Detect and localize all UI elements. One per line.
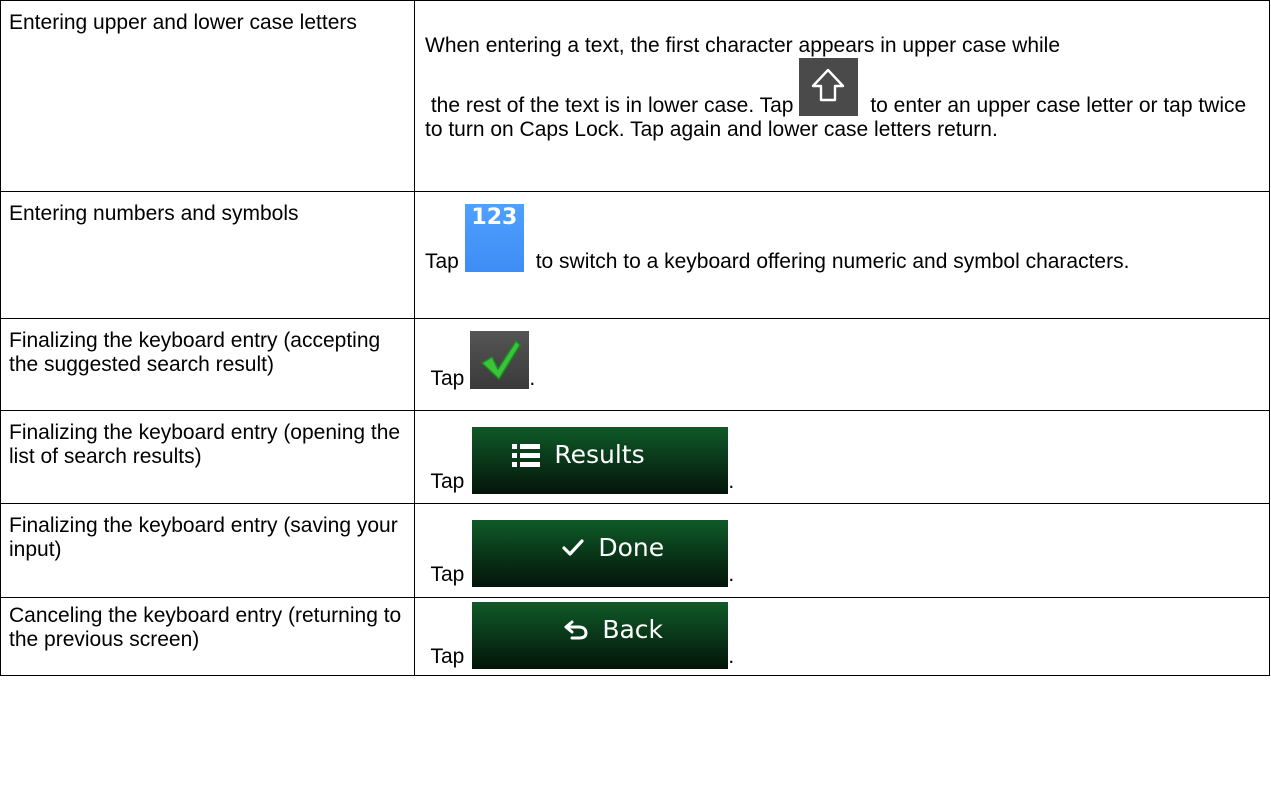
done-button: Done: [472, 520, 729, 587]
table-row: Finalizing the keyboard entry (saving yo…: [0, 503, 1270, 598]
row-label-cell: Entering upper and lower case letters: [0, 0, 415, 192]
tap-text: Tap: [430, 367, 465, 390]
done-button-label: Done: [598, 533, 665, 562]
period-text: .: [728, 470, 735, 493]
tap-text: Tap: [425, 250, 459, 273]
instruction-table: Entering upper and lower case letters Wh…: [0, 0, 1270, 676]
back-button: Back: [472, 602, 729, 669]
row-label: Canceling the keyboard entry (returning …: [9, 604, 402, 651]
row-label: Finalizing the keyboard entry (opening t…: [9, 421, 401, 468]
row-label: Entering numbers and symbols: [9, 202, 299, 225]
row-label: Finalizing the keyboard entry (accepting…: [9, 329, 381, 376]
table-row: Entering numbers and symbols Tap 123 to s…: [0, 191, 1270, 319]
description-text: the rest of the text is in lower case. T…: [430, 94, 794, 117]
row-description-cell: When entering a text, the first characte…: [414, 0, 1270, 192]
check-icon: [562, 539, 584, 556]
period-text: .: [728, 563, 735, 586]
back-arrow-icon: [564, 620, 588, 640]
row-label-cell: Canceling the keyboard entry (returning …: [0, 597, 415, 676]
table-row: Finalizing the keyboard entry (opening t…: [0, 410, 1270, 504]
row-label-cell: Entering numbers and symbols: [0, 191, 415, 319]
back-button-label: Back: [602, 615, 664, 644]
row-description-cell: Tap.: [414, 318, 1270, 411]
tap-text: Tap: [430, 563, 465, 586]
row-label-cell: Finalizing the keyboard entry (opening t…: [0, 410, 415, 504]
period-text: .: [529, 367, 536, 390]
numeric-key-label: 123: [471, 205, 518, 230]
results-button: Results: [472, 427, 729, 494]
description-text: to switch to a keyboard offering numeric…: [535, 250, 1130, 273]
row-description-cell: Tap Back.: [414, 597, 1270, 676]
table-row: Canceling the keyboard entry (returning …: [0, 597, 1270, 676]
tap-text: Tap: [430, 470, 465, 493]
row-description-cell: Tap 123 to switch to a keyboard offering …: [414, 191, 1270, 319]
list-icon: [512, 444, 541, 467]
row-description-cell: Tap Done.: [414, 503, 1270, 598]
description-text: When entering a text, the first characte…: [425, 34, 1061, 57]
numeric-key-button: 123: [464, 204, 524, 272]
results-button-label: Results: [554, 440, 645, 469]
shift-key-button: [799, 58, 859, 116]
period-text: .: [728, 645, 735, 668]
green-checkmark-icon: [481, 340, 522, 380]
row-label: Finalizing the keyboard entry (saving yo…: [9, 514, 398, 561]
table-row: Entering upper and lower case letters Wh…: [0, 0, 1270, 192]
row-label: Entering upper and lower case letters: [9, 11, 357, 34]
row-label-cell: Finalizing the keyboard entry (accepting…: [0, 318, 415, 411]
tap-text: Tap: [430, 645, 465, 668]
row-label-cell: Finalizing the keyboard entry (saving yo…: [0, 503, 415, 598]
table-row: Finalizing the keyboard entry (accepting…: [0, 318, 1270, 411]
shift-arrow-icon: [812, 68, 845, 102]
accept-key-button: [470, 331, 530, 389]
row-description-cell: Tap Results.: [414, 410, 1270, 504]
